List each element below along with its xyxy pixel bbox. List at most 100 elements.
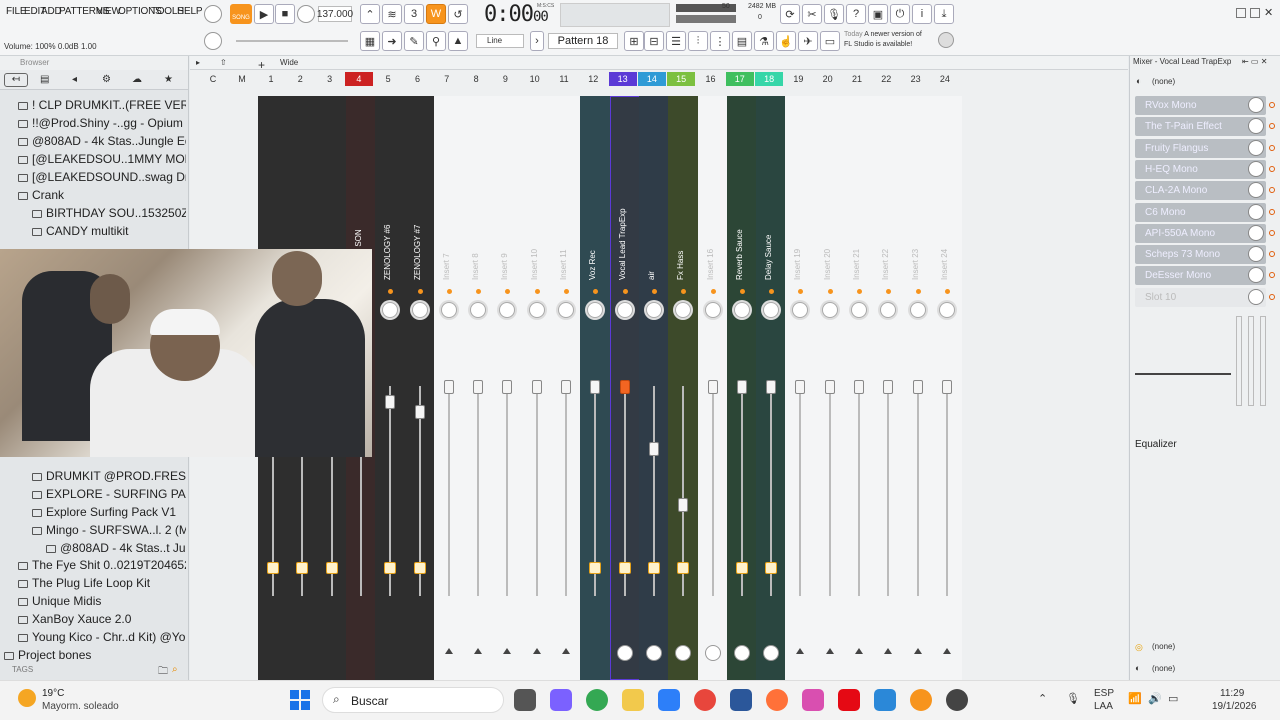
menu-help[interactable]: HELP [177,6,203,17]
fx-enable-led[interactable] [534,289,540,294]
mixer-track-strip[interactable]: Insert 20 [814,96,845,680]
browser-search-icon[interactable]: ⌕ [172,664,178,675]
battery-icon[interactable]: ▭ [1168,692,1178,705]
volume-fader[interactable] [385,395,396,409]
mixer-track-number[interactable]: 4 [344,72,373,86]
fx-mix-knob[interactable] [1248,118,1264,135]
fx-slot[interactable]: RVox Mono [1135,96,1275,115]
pan-knob[interactable] [880,302,897,318]
volume-fader[interactable] [736,380,747,394]
plugin-picker[interactable]: ⚗ [754,31,774,51]
pan-knob[interactable] [528,302,545,318]
fx-enable-led[interactable] [827,289,833,294]
export-button[interactable]: ⤓ [934,4,954,24]
cart-button[interactable]: ▭ [820,31,840,51]
fx-enable-led[interactable] [1269,165,1275,172]
metronome-button[interactable]: ⌃ [360,4,380,24]
route-arrow-icon[interactable] [913,648,922,654]
send-button[interactable] [296,562,309,574]
fx-panel-controls[interactable]: ⇤ ▭ ✕ [1242,57,1267,66]
plugin-button[interactable]: ⏻ [890,4,910,24]
volume-fader[interactable] [707,380,718,394]
pan-knob[interactable] [763,302,780,318]
loop-record-button[interactable]: ↺ [448,4,468,24]
browser-plugins-icon[interactable]: ◂ [72,74,77,85]
send-level-knob[interactable] [763,645,780,661]
pan-knob[interactable] [558,302,574,318]
playlist-tool[interactable]: ▦ [360,31,380,51]
mixer-track-number[interactable]: 24 [931,72,959,86]
browser-folder-item[interactable]: EXPLORE - SURFING PACK V3 [0,485,186,503]
fx-slot[interactable]: C6 Mono [1135,202,1275,222]
fx-enable-led[interactable] [681,289,687,294]
fx-mix-knob[interactable] [1248,224,1264,241]
pan-knob[interactable] [733,302,750,318]
volume-fader[interactable] [912,380,923,394]
fx-mix-knob[interactable] [1248,160,1264,177]
fx-enable-led[interactable] [1269,208,1275,215]
mixer-track-strip[interactable]: Vocal Lead TrapExp [609,96,640,680]
lang-code[interactable]: ESP [1094,688,1114,699]
fx-enable-led[interactable] [564,289,569,294]
project-button[interactable]: ▤ [732,31,752,51]
volume-fader[interactable] [795,380,806,394]
word-icon[interactable] [730,689,752,711]
pattern-prev[interactable]: › [530,31,544,51]
mixer-track-strip[interactable]: Insert 7 [433,96,464,680]
browser-folder-item[interactable]: The Fye Shit 0..0219T204652Z-001 [0,556,186,574]
fx-enable-led[interactable] [710,289,716,294]
clock-date[interactable]: 19/1/2026 [1212,701,1257,712]
route-arrow-icon[interactable] [444,648,453,654]
record-button[interactable] [297,5,315,23]
pattern-selector[interactable]: Pattern 18 [548,33,618,49]
route-arrow-icon[interactable] [825,648,834,654]
mixer-track-number[interactable]: 6 [404,72,432,86]
volume-fader[interactable] [854,380,864,394]
volume-fader[interactable] [473,380,484,394]
route-arrow-icon[interactable] [474,648,483,654]
fx-enable-led[interactable] [857,289,862,294]
send-button[interactable] [589,562,602,574]
pdf-icon[interactable] [694,689,716,711]
pan-knob[interactable] [440,302,457,318]
fx-enable-led[interactable] [505,289,511,294]
fx-enable-led[interactable] [886,289,892,294]
volume-fader[interactable] [648,442,659,456]
pan-knob[interactable] [470,302,487,318]
browser-folder-item[interactable]: Explore Surfing Pack V1 [0,503,186,521]
fx-enable-led[interactable] [915,289,921,294]
volume-fader[interactable] [941,380,952,394]
pan-knob[interactable] [704,302,721,318]
fx-enable-led[interactable] [446,289,452,294]
volume-fader[interactable] [502,380,513,394]
play-button[interactable]: ▶ [254,4,274,24]
fx-mix-knob[interactable] [1248,139,1264,156]
mixer-track-number[interactable]: 22 [872,72,900,86]
mixer-add-icon[interactable]: + [258,58,265,72]
send-button[interactable] [618,562,631,574]
route-arrow-icon[interactable] [503,648,512,654]
fx-slot[interactable]: Fruity Flangus [1135,138,1275,158]
volume-fader[interactable] [561,380,571,394]
mixer-track-number[interactable]: 23 [902,72,930,86]
mixer-track-number[interactable]: 12 [579,72,607,86]
mixer-track-number[interactable]: 5 [374,72,402,86]
mixer-track-strip[interactable]: Insert 23 [902,96,933,680]
send-button[interactable] [267,562,279,574]
lang-layout[interactable]: LAA [1094,701,1113,712]
browser-cloud-icon[interactable]: ☁ [132,74,142,85]
mixer-track-strip[interactable]: Insert 21 [844,96,874,680]
browser-folder-item[interactable]: !!@Prod.Shiny -..gg - Opium etc) [0,114,186,132]
firefox-icon[interactable] [766,689,788,711]
volume-icon[interactable]: 🔊 [1148,692,1162,705]
mixer-track-strip[interactable]: ZENOLOGY #7 [404,96,435,680]
route-arrow-icon[interactable] [796,648,805,654]
fx-enable-led[interactable] [798,289,804,294]
send-button[interactable] [765,562,778,574]
wifi-icon[interactable]: 📶 [1128,692,1142,705]
copilot-icon[interactable] [658,689,680,711]
minimize-button[interactable] [1236,8,1246,18]
mixer-tools-icon[interactable]: ⇧ [220,58,227,67]
mixer-track-strip[interactable]: Insert 19 [785,96,816,680]
mixer-track-strip[interactable]: Insert 8 [463,96,494,680]
